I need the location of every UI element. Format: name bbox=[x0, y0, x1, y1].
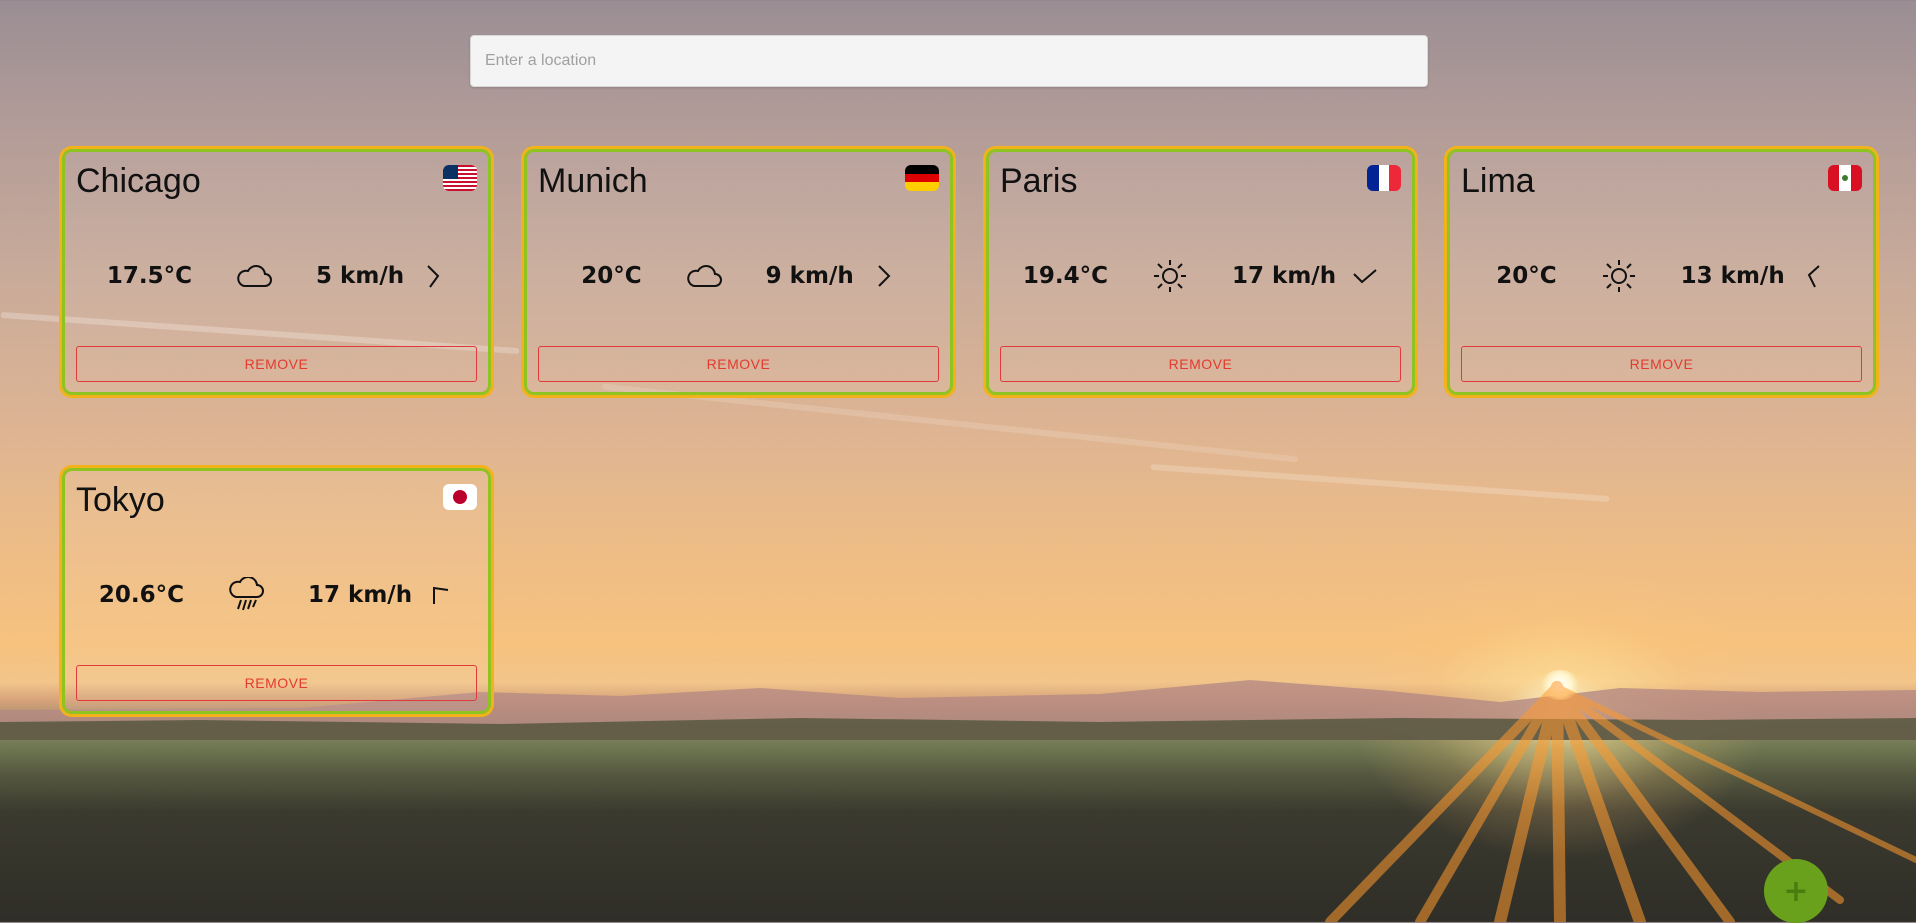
weather-card-chicago: Chicago 17.5°C 5 km/h REMOVE bbox=[62, 149, 491, 395]
wind-speed: 13 km/h bbox=[1680, 263, 1785, 289]
remove-button[interactable]: REMOVE bbox=[538, 346, 939, 382]
temperature: 20.6°C bbox=[98, 582, 185, 608]
weather-stats: 19.4°C 17 km/h bbox=[989, 256, 1412, 296]
weather-stats: 17.5°C 5 km/h bbox=[65, 256, 488, 296]
cloud-streak bbox=[1150, 463, 1610, 503]
weather-stats: 20.6°C 17 km/h bbox=[65, 575, 488, 615]
temperature: 17.5°C bbox=[106, 263, 193, 289]
sun-icon bbox=[1599, 258, 1639, 294]
wind-speed: 17 km/h bbox=[1232, 263, 1337, 289]
city-name: Paris bbox=[1000, 162, 1078, 200]
weather-card-munich: Munich 20°C 9 km/h REMOVE bbox=[524, 149, 953, 395]
temperature: 20°C bbox=[581, 263, 642, 289]
rain-cloud-icon bbox=[226, 577, 266, 613]
temperature: 19.4°C bbox=[1022, 263, 1109, 289]
weather-stats: 20°C 13 km/h bbox=[1450, 256, 1873, 296]
weather-card-paris: Paris 19.4°C 17 km/h REMOVE bbox=[986, 149, 1415, 395]
weather-card-lima: Lima 20°C 13 km/h REMOVE bbox=[1447, 149, 1876, 395]
japan-flag-icon bbox=[443, 484, 477, 510]
add-location-button[interactable]: + bbox=[1764, 859, 1828, 923]
peru-flag-icon bbox=[1828, 165, 1862, 191]
wind-speed: 9 km/h bbox=[765, 263, 854, 289]
city-name: Tokyo bbox=[76, 481, 165, 519]
weather-card-tokyo: Tokyo 20.6°C 17 km/h REMOVE bbox=[62, 468, 491, 714]
us-flag-icon bbox=[443, 165, 477, 191]
city-name: Chicago bbox=[76, 162, 201, 200]
city-name: Munich bbox=[538, 162, 648, 200]
remove-button[interactable]: REMOVE bbox=[1000, 346, 1401, 382]
temperature: 20°C bbox=[1496, 263, 1557, 289]
wind-arrow-icon bbox=[428, 582, 454, 608]
france-flag-icon bbox=[1367, 165, 1401, 191]
sun bbox=[1540, 670, 1580, 700]
wind-arrow-icon bbox=[420, 263, 446, 289]
cloud-icon bbox=[234, 258, 274, 294]
plus-icon: + bbox=[1783, 873, 1809, 909]
weather-stats: 20°C 9 km/h bbox=[527, 256, 950, 296]
wind-speed: 17 km/h bbox=[308, 582, 413, 608]
remove-button[interactable]: REMOVE bbox=[1461, 346, 1862, 382]
wind-arrow-icon bbox=[1352, 263, 1378, 289]
city-name: Lima bbox=[1461, 162, 1535, 200]
wind-arrow-icon bbox=[870, 263, 896, 289]
sun-icon bbox=[1150, 258, 1190, 294]
remove-button[interactable]: REMOVE bbox=[76, 346, 477, 382]
germany-flag-icon bbox=[905, 165, 939, 191]
cloud-icon bbox=[684, 258, 724, 294]
cloud-streak bbox=[601, 383, 1299, 463]
location-search-input[interactable] bbox=[470, 35, 1428, 87]
wind-speed: 5 km/h bbox=[316, 263, 405, 289]
wind-arrow-icon bbox=[1801, 263, 1827, 289]
remove-button[interactable]: REMOVE bbox=[76, 665, 477, 701]
